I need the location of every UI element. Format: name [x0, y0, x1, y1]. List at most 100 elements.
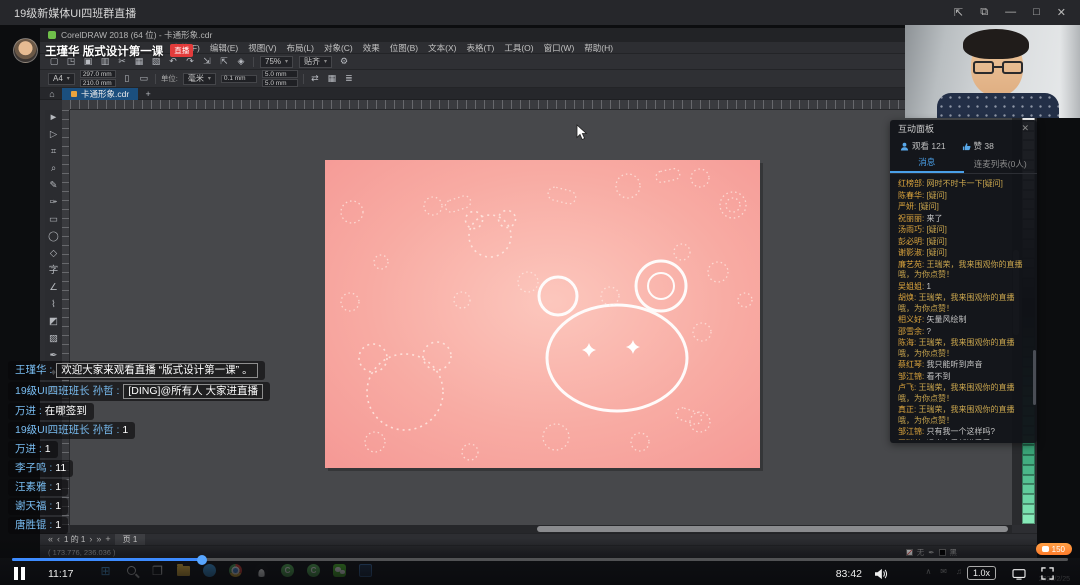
progress-knob[interactable] [197, 555, 207, 565]
menu-item[interactable]: 编辑(E) [206, 42, 242, 54]
close-button[interactable]: ✕ [1057, 6, 1066, 19]
cast-icon[interactable]: ⇱ [954, 6, 963, 19]
tool-icon[interactable]: ▨ [49, 334, 58, 343]
color-swatch[interactable] [1022, 455, 1035, 465]
color-swatch[interactable] [1022, 475, 1035, 485]
fullscreen-icon[interactable] [1041, 567, 1054, 585]
color-swatch[interactable] [1022, 445, 1035, 455]
tool-icon[interactable]: ◇ [50, 249, 57, 258]
playback-speed-button[interactable]: 1.0x [967, 566, 996, 580]
tool-icon[interactable]: ✎ [50, 181, 58, 190]
panel-scrollbar[interactable] [1033, 350, 1036, 405]
panel-close-icon[interactable]: ✕ [1021, 123, 1029, 134]
duplicate-x-input[interactable]: 5.0 mm [262, 70, 298, 78]
overlay-chat-text: 11 [55, 462, 66, 474]
chat-text: ? [926, 327, 930, 336]
webcam-overlay [905, 25, 1080, 118]
overlay-chat-sender: 19级UI四班班长 孙哲 [15, 385, 122, 397]
color-swatch[interactable] [1022, 494, 1035, 504]
color-swatch[interactable] [1022, 504, 1035, 514]
menu-item[interactable]: 表格(T) [462, 42, 498, 54]
new-tab-button[interactable]: + [142, 88, 154, 100]
maximize-button[interactable]: □ [1033, 6, 1040, 19]
document-tab-label: 卡通形象.cdr [81, 88, 129, 100]
layers-icon[interactable]: ≣ [343, 73, 355, 85]
message-count: 150 [1052, 545, 1065, 554]
streamer-avatar[interactable] [13, 38, 38, 63]
tab-mic-list[interactable]: 连麦列表(0人) [964, 158, 1038, 173]
units-value: 毫米 [188, 73, 204, 84]
menu-item[interactable]: 位图(B) [386, 42, 422, 54]
page-size-select[interactable]: A4 ▾ [48, 73, 75, 85]
tool-icon[interactable]: 字 [49, 266, 59, 275]
chat-sender: 相义好 [898, 315, 926, 324]
tool-icon[interactable]: ⌕ [51, 164, 56, 173]
menu-item[interactable]: 帮助(H) [580, 42, 617, 54]
pause-button[interactable] [14, 567, 25, 580]
tool-icon[interactable]: ◯ [48, 232, 59, 241]
chat-message: 彭必明[疑问] [898, 237, 1024, 248]
interaction-panel: 互动面板 ✕ 观看 121 赞 38 消息 连麦列表(0人) [890, 120, 1037, 443]
menu-item[interactable]: 效果 [359, 42, 384, 54]
menu-item[interactable]: 文本(X) [424, 42, 460, 54]
menu-item[interactable]: 工具(O) [500, 42, 537, 54]
menu-item[interactable]: 视图(V) [244, 42, 280, 54]
chat-sender: 彭必明 [898, 237, 926, 246]
toolbar-icon[interactable]: ⇱ [218, 56, 230, 68]
tool-icon[interactable]: ▷ [50, 130, 57, 139]
units-select[interactable]: 毫米 ▾ [183, 73, 216, 85]
color-swatch[interactable] [1022, 484, 1035, 494]
tool-icon[interactable]: ⌇ [51, 300, 56, 309]
overlay-chat-sender: 万进 [15, 405, 45, 417]
video-area[interactable]: CorelDRAW 2018 (64 位) - 卡通形象.cdr 文件(F)编辑… [0, 25, 1080, 585]
live-badge: 直播 [170, 44, 193, 57]
overlay-chat-sender: 万进 [15, 443, 45, 455]
window-titlebar: 19级新媒体UI四班群直播 ⇱ ⧉ — □ ✕ [0, 0, 1080, 25]
chat-sender: 廉艺苑 [898, 260, 926, 269]
message-count-badge[interactable]: 150 [1036, 543, 1072, 555]
options-gear-icon[interactable]: ⚙ [338, 56, 350, 68]
tool-icon[interactable]: ∠ [49, 283, 58, 292]
chat-message: 吴姐姐1 [898, 282, 1024, 293]
toolbar-icon[interactable]: ◈ [235, 56, 247, 68]
popout-icon[interactable]: ⧉ [980, 6, 988, 19]
portrait-button[interactable]: ▯ [121, 73, 133, 85]
tool-icon[interactable]: ► [49, 113, 58, 122]
tool-icon[interactable]: ✒ [50, 351, 58, 360]
menu-item[interactable]: 布局(L) [283, 42, 318, 54]
overlay-chat-sender: 汪素雅 [15, 481, 55, 493]
glasses-right-lens [1002, 61, 1023, 74]
zoom-level-select[interactable]: 75% ▾ [260, 56, 293, 68]
tool-icon[interactable]: ▭ [49, 215, 58, 224]
snap-select[interactable]: 贴齐 ▾ [299, 56, 332, 68]
nudge-distance-input[interactable]: 0.1 mm [221, 75, 257, 83]
tool-icon[interactable]: ✑ [50, 198, 58, 207]
menu-item[interactable]: 窗口(W) [540, 42, 579, 54]
chat-sender: 吴姐姐 [898, 282, 926, 291]
mouse-cursor [577, 125, 586, 140]
progress-bar[interactable] [12, 558, 1068, 561]
menu-item[interactable]: 对象(C) [320, 42, 357, 54]
duplicate-y-input[interactable]: 5.0 mm [262, 79, 298, 87]
swap-icon[interactable]: ⇄ [309, 73, 321, 85]
page-height-input[interactable]: 210.0 mm [80, 79, 116, 87]
landscape-button[interactable]: ▭ [138, 73, 150, 85]
chat-message: 祝丽丽来了 [898, 214, 1024, 225]
color-swatch[interactable] [1022, 514, 1035, 524]
tool-icon[interactable]: ⌗ [51, 147, 56, 156]
page-width-input[interactable]: 297.0 mm [80, 70, 116, 78]
document-tab-bar: ⌂ 卡通形象.cdr + [40, 88, 1037, 100]
chat-sender: 卢飞 [898, 383, 918, 392]
tool-icon[interactable]: ◩ [49, 317, 58, 326]
theater-mode-icon[interactable] [1012, 567, 1026, 585]
toolbar-icon[interactable]: ⇲ [201, 56, 213, 68]
chevron-down-icon: ▾ [324, 58, 327, 65]
color-swatch[interactable] [1022, 465, 1035, 475]
volume-icon[interactable] [874, 567, 888, 585]
grid-icon[interactable]: ▦ [326, 73, 338, 85]
document-tab[interactable]: 卡通形象.cdr [62, 88, 138, 100]
chat-message: 王瑞荣退出去重新进看看 [898, 439, 1024, 441]
tab-messages[interactable]: 消息 [890, 156, 964, 173]
home-tab-icon[interactable]: ⌂ [46, 88, 58, 100]
minimize-button[interactable]: — [1005, 6, 1016, 19]
